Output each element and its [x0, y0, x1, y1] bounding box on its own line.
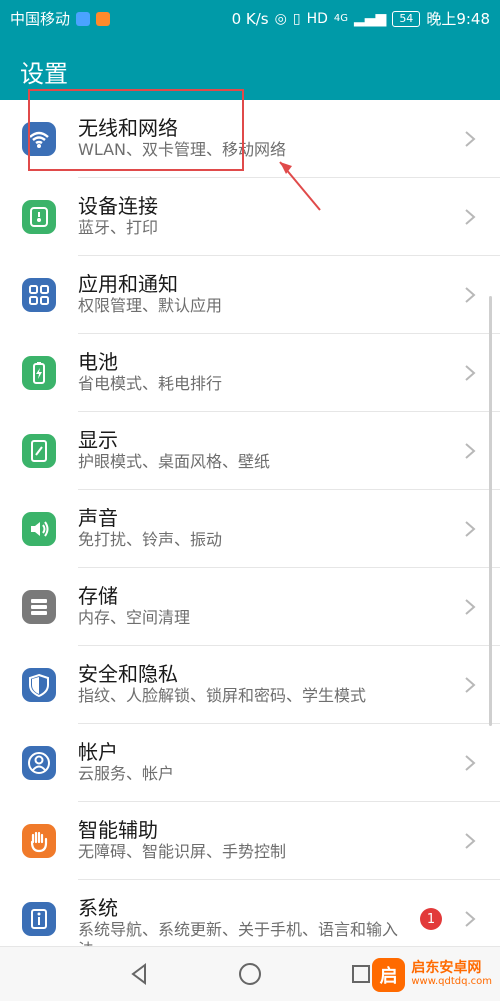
- settings-item-accounts[interactable]: 帐户 云服务、帐户: [0, 724, 500, 802]
- settings-item-title: 设备连接: [78, 194, 158, 218]
- watermark-name: 启东安卓网: [411, 960, 482, 976]
- chevron-right-icon: [462, 909, 478, 929]
- status-right: 0 K/s ◎ ▯ HD 4G ▂▄▆ 54 晚上9:48: [232, 8, 490, 29]
- settings-item-subtitle: 省电模式、耗电排行: [78, 374, 223, 393]
- settings-item-title: 智能辅助: [78, 818, 158, 842]
- clock: 晚上9:48: [426, 10, 490, 28]
- settings-list[interactable]: 无线和网络 WLAN、双卡管理、移动网络 设备连接 蓝牙、打印 应用和通知 权限…: [0, 100, 500, 946]
- shield-icon: [22, 668, 56, 702]
- settings-item-display[interactable]: 显示 护眼模式、桌面风格、壁纸: [0, 412, 500, 490]
- settings-item-subtitle: 免打扰、铃声、振动: [78, 530, 223, 549]
- page-title: 设置: [20, 60, 68, 88]
- settings-item-battery[interactable]: 电池 省电模式、耗电排行: [0, 334, 500, 412]
- home-circle-icon: [239, 963, 261, 985]
- network-speed: 0 K/s: [231, 9, 269, 28]
- annotation-arrow-icon: [279, 161, 321, 211]
- system-info-icon: [22, 902, 56, 936]
- watermark-url: www.qdtdq.com: [411, 976, 492, 987]
- signal-label: 4G: [333, 13, 348, 24]
- hand-icon: [22, 824, 56, 858]
- settings-item-subtitle: 系统导航、系统更新、关于手机、语言和输入法: [78, 920, 399, 946]
- settings-item-title: 安全和隐私: [78, 662, 178, 686]
- display-icon: [22, 434, 56, 468]
- battery-indicator: 54: [392, 10, 421, 27]
- settings-item-apps-notifications[interactable]: 应用和通知 权限管理、默认应用: [0, 256, 500, 334]
- settings-item-storage[interactable]: 存储 内存、空间清理: [0, 568, 500, 646]
- chevron-right-icon: [462, 519, 478, 539]
- chevron-right-icon: [462, 441, 478, 461]
- settings-item-device-connection[interactable]: 设备连接 蓝牙、打印: [0, 178, 500, 256]
- watermark-logo-icon: 启: [372, 958, 406, 992]
- settings-item-title: 声音: [78, 506, 118, 530]
- battery-icon: [22, 356, 56, 390]
- settings-item-system[interactable]: 系统 系统导航、系统更新、关于手机、语言和输入法 1: [0, 880, 500, 946]
- chevron-right-icon: [462, 207, 478, 227]
- chevron-right-icon: [462, 129, 478, 149]
- vibrate-icon: ▯: [292, 10, 301, 27]
- chevron-right-icon: [462, 753, 478, 773]
- chevron-right-icon: [462, 831, 478, 851]
- account-icon: [22, 746, 56, 780]
- settings-item-smart-assist[interactable]: 智能辅助 无障碍、智能识屏、手势控制: [0, 802, 500, 880]
- settings-item-subtitle: 权限管理、默认应用: [78, 296, 223, 315]
- settings-item-subtitle: 蓝牙、打印: [78, 218, 159, 237]
- apps-grid-icon: [22, 278, 56, 312]
- settings-item-title: 电池: [78, 350, 118, 374]
- settings-item-title: 应用和通知: [78, 272, 178, 296]
- settings-item-security-privacy[interactable]: 安全和隐私 指纹、人脸解锁、锁屏和密码、学生模式: [0, 646, 500, 724]
- speaker-icon: [22, 512, 56, 546]
- annotation-highlight-box: [28, 89, 244, 171]
- settings-item-subtitle: 护眼模式、桌面风格、壁纸: [78, 452, 271, 471]
- chevron-right-icon: [462, 597, 478, 617]
- device-connection-icon: [22, 200, 56, 234]
- watermark-text: 启东安卓网 www.qdtdq.com: [411, 961, 492, 989]
- notification-app-icon: [76, 11, 91, 26]
- settings-item-sound[interactable]: 声音 免打扰、铃声、振动: [0, 490, 500, 568]
- settings-item-subtitle: 指纹、人脸解锁、锁屏和密码、学生模式: [78, 686, 367, 705]
- back-triangle-icon: [131, 963, 146, 985]
- settings-item-title: 系统: [78, 896, 118, 920]
- carrier-label: 中国移动: [10, 10, 71, 28]
- home-button[interactable]: [235, 959, 265, 989]
- settings-item-subtitle: 无障碍、智能识屏、手势控制: [78, 842, 287, 861]
- hotspot-icon: ◎: [274, 10, 287, 27]
- status-left: 中国移动: [10, 8, 111, 29]
- notification-video-icon: [96, 11, 111, 26]
- settings-item-title: 帐户: [78, 740, 118, 764]
- hd-icon: HD: [306, 10, 328, 27]
- chevron-right-icon: [462, 675, 478, 695]
- settings-item-subtitle: 云服务、帐户: [78, 764, 175, 783]
- settings-item-title: 显示: [78, 428, 118, 452]
- chevron-right-icon: [462, 363, 478, 383]
- back-button[interactable]: [124, 959, 154, 989]
- storage-icon: [22, 590, 56, 624]
- settings-item-title: 存储: [78, 584, 118, 608]
- status-bar: 中国移动 0 K/s ◎ ▯ HD 4G ▂▄▆ 54 晚上9:48: [0, 0, 500, 36]
- settings-item-subtitle: 内存、空间清理: [78, 608, 191, 627]
- site-watermark: 启 启东安卓网 www.qdtdq.com: [372, 955, 492, 995]
- signal-icon: ▂▄▆: [354, 10, 387, 27]
- update-badge: 1: [420, 908, 442, 930]
- scrollbar-thumb[interactable]: [489, 296, 492, 726]
- chevron-right-icon: [462, 285, 478, 305]
